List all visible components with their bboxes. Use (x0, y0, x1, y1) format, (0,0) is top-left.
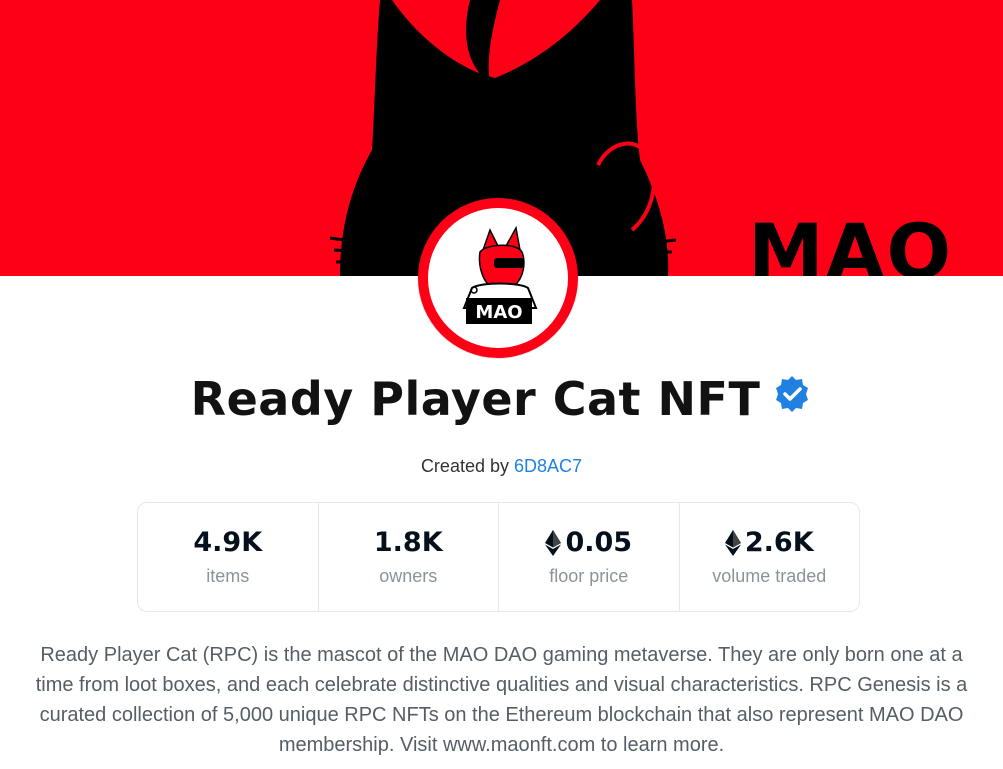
stats-panel: 4.9K items 1.8K owners 0.05 floor price (137, 502, 860, 612)
stat-label: volume traded (712, 566, 827, 586)
collection-title: Ready Player Cat NFT (190, 372, 761, 426)
banner-mao-text: MAO (748, 207, 954, 277)
created-by-line: Created by 6D8AC7 (0, 456, 1003, 477)
stat-value: 0.05 (565, 527, 633, 558)
stat-value: 4.9K (193, 527, 263, 558)
stat-volume-traded[interactable]: 2.6K volume traded (680, 503, 860, 611)
stat-value: 2.6K (744, 527, 814, 558)
stat-owners[interactable]: 1.8K owners (319, 503, 499, 611)
stat-label: items (206, 566, 250, 586)
stat-value: 1.8K (373, 527, 443, 558)
stat-label: owners (379, 566, 438, 586)
stat-floor-price[interactable]: 0.05 floor price (499, 503, 680, 611)
collection-avatar[interactable]: MAO (418, 198, 578, 358)
verified-badge-icon (776, 376, 809, 412)
ethereum-icon (724, 529, 741, 556)
svg-text:MAO: MAO (475, 302, 522, 323)
ethereum-icon (545, 529, 562, 556)
collection-description: Ready Player Cat (RPC) is the mascot of … (35, 644, 968, 756)
cat-logo-icon: MAO (462, 225, 538, 324)
stat-label: floor price (549, 566, 629, 586)
stat-items[interactable]: 4.9K items (138, 503, 319, 611)
created-by-label: Created by (420, 456, 509, 476)
creator-link[interactable]: 6D8AC7 (514, 456, 582, 476)
